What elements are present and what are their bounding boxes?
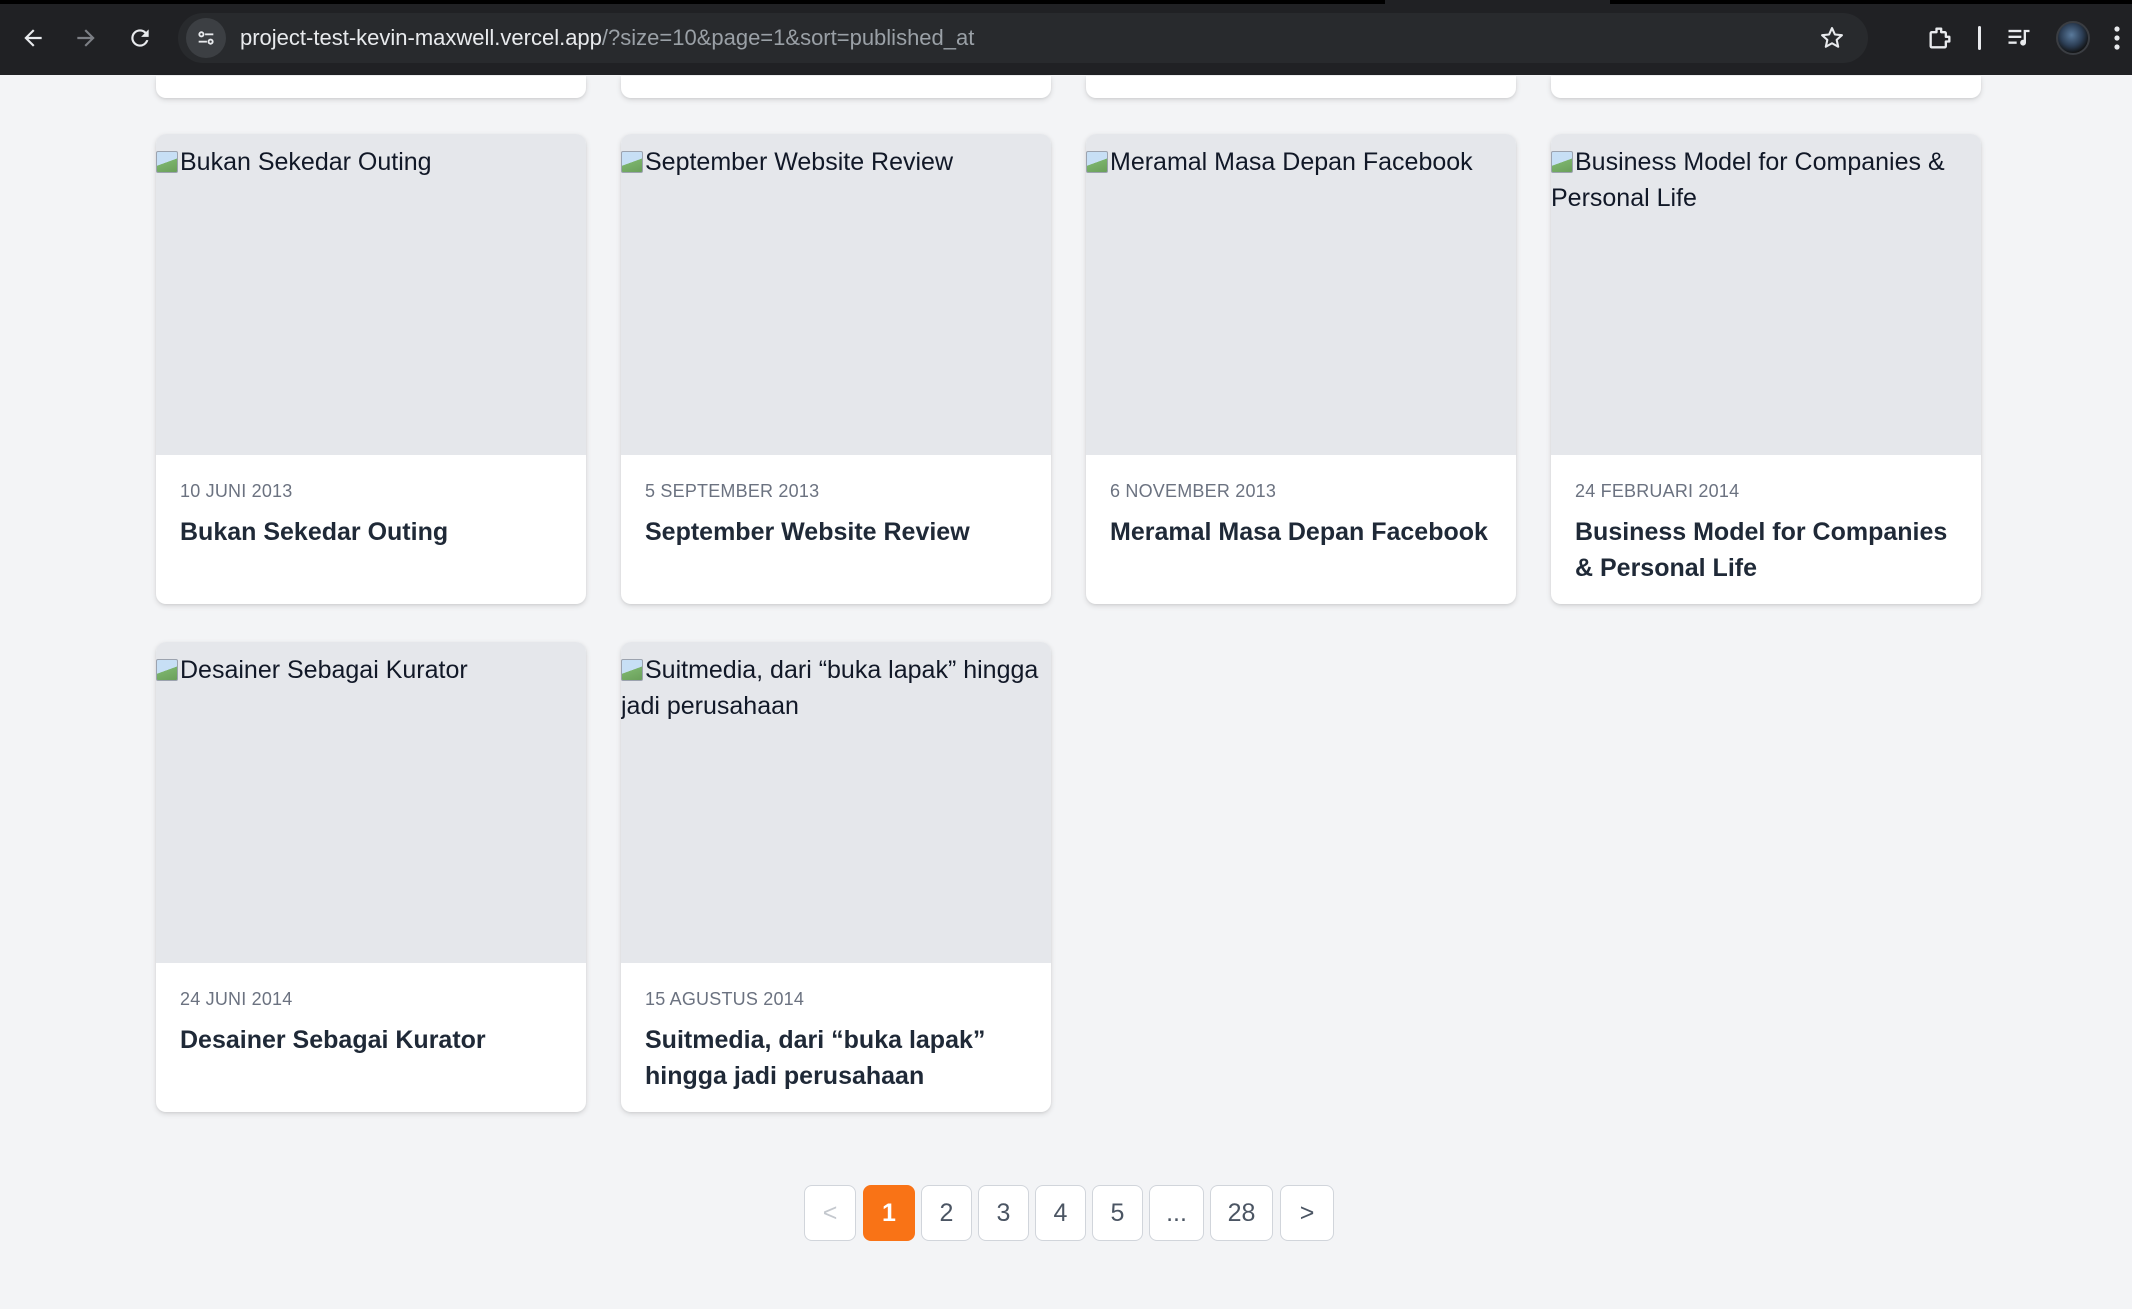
more-menu-icon[interactable] <box>2105 20 2129 56</box>
media-controls-icon[interactable] <box>2001 20 2037 56</box>
post-date: 24 FEBRUARI 2014 <box>1575 481 1740 501</box>
url-text[interactable]: project-test-kevin-maxwell.vercel.app/?s… <box>240 25 974 51</box>
post-title[interactable]: Desainer Sebagai Kurator <box>180 1022 562 1058</box>
broken-image-icon <box>621 659 643 681</box>
post-date: 24 JUNI 2014 <box>180 989 293 1009</box>
broken-image-icon <box>1086 151 1108 173</box>
broken-image-icon <box>156 659 178 681</box>
site-info-icon[interactable] <box>186 18 226 58</box>
post-date: 15 AGUSTUS 2014 <box>645 989 805 1009</box>
post-card[interactable]: Bukan Sekedar Outing 10 JUNI 2013 Bukan … <box>156 134 586 604</box>
post-title[interactable]: Suitmedia, dari “buka lapak” hingga jadi… <box>645 1022 1027 1094</box>
post-title[interactable]: Meramal Masa Depan Facebook <box>1110 514 1492 550</box>
bookmark-star-icon[interactable] <box>1818 24 1846 57</box>
broken-image-alt-text: September Website Review <box>621 144 1045 180</box>
post-thumbnail[interactable]: Bukan Sekedar Outing <box>156 134 586 455</box>
back-arrow-icon[interactable] <box>15 20 51 56</box>
broken-image-alt-text: Bukan Sekedar Outing <box>156 144 580 180</box>
url-host: project-test-kevin-maxwell.vercel.app <box>240 25 602 50</box>
extensions-icon[interactable] <box>1922 20 1958 56</box>
post-title[interactable]: September Website Review <box>645 514 1027 550</box>
post-card-partial[interactable] <box>621 76 1051 98</box>
broken-image-alt-text: Suitmedia, dari “buka lapak” hingga jadi… <box>621 656 1039 720</box>
url-path: /?size=10&page=1&sort=published_at <box>601 25 975 50</box>
broken-image-alt-text: Meramal Masa Depan Facebook <box>1086 144 1510 180</box>
post-title[interactable]: Bukan Sekedar Outing <box>180 514 562 550</box>
profile-avatar[interactable] <box>2056 21 2090 55</box>
post-card[interactable]: Meramal Masa Depan Facebook 6 NOVEMBER 2… <box>1086 134 1516 604</box>
post-card[interactable]: Desainer Sebagai Kurator 24 JUNI 2014 De… <box>156 642 586 1112</box>
post-thumbnail[interactable]: Meramal Masa Depan Facebook <box>1086 134 1516 455</box>
post-title[interactable]: Business Model for Companies & Personal … <box>1575 514 1957 586</box>
post-card[interactable]: September Website Review 5 SEPTEMBER 201… <box>621 134 1051 604</box>
post-card-partial[interactable] <box>156 76 586 98</box>
pagination-page-last[interactable]: 28 <box>1210 1185 1273 1241</box>
post-thumbnail[interactable]: Business Model for Companies & Personal … <box>1551 134 1981 455</box>
post-date: 10 JUNI 2013 <box>180 481 293 501</box>
tab-strip-edge <box>0 0 1385 4</box>
post-thumbnail[interactable]: Suitmedia, dari “buka lapak” hingga jadi… <box>621 642 1051 963</box>
toolbar-divider <box>1978 26 1981 50</box>
forward-arrow-icon[interactable] <box>68 20 104 56</box>
address-bar[interactable]: project-test-kevin-maxwell.vercel.app/?s… <box>178 13 1868 63</box>
post-thumbnail[interactable]: September Website Review <box>621 134 1051 455</box>
pagination-page-4[interactable]: 4 <box>1035 1185 1086 1241</box>
broken-image-alt-text: Business Model for Companies & Personal … <box>1551 148 1945 212</box>
pagination-page-1[interactable]: 1 <box>863 1185 915 1241</box>
broken-image-icon <box>1551 151 1573 173</box>
tab-strip-edge <box>1610 0 2132 4</box>
pagination-ellipsis: ... <box>1149 1185 1204 1241</box>
post-card[interactable]: Suitmedia, dari “buka lapak” hingga jadi… <box>621 642 1051 1112</box>
post-card[interactable]: Business Model for Companies & Personal … <box>1551 134 1981 604</box>
post-card-partial[interactable] <box>1551 76 1981 98</box>
broken-image-icon <box>156 151 178 173</box>
pagination-page-2[interactable]: 2 <box>921 1185 972 1241</box>
pagination-page-5[interactable]: 5 <box>1092 1185 1143 1241</box>
post-thumbnail[interactable]: Desainer Sebagai Kurator <box>156 642 586 963</box>
browser-toolbar: project-test-kevin-maxwell.vercel.app/?s… <box>0 0 2132 75</box>
post-card-partial[interactable] <box>1086 76 1516 98</box>
reload-icon[interactable] <box>122 20 158 56</box>
post-date: 6 NOVEMBER 2013 <box>1110 481 1277 501</box>
pagination-prev-button[interactable]: < <box>804 1185 856 1241</box>
broken-image-alt-text: Desainer Sebagai Kurator <box>156 652 580 688</box>
pagination-next-button[interactable]: > <box>1280 1185 1334 1241</box>
broken-image-icon <box>621 151 643 173</box>
post-date: 5 SEPTEMBER 2013 <box>645 481 820 501</box>
pagination-page-3[interactable]: 3 <box>978 1185 1029 1241</box>
